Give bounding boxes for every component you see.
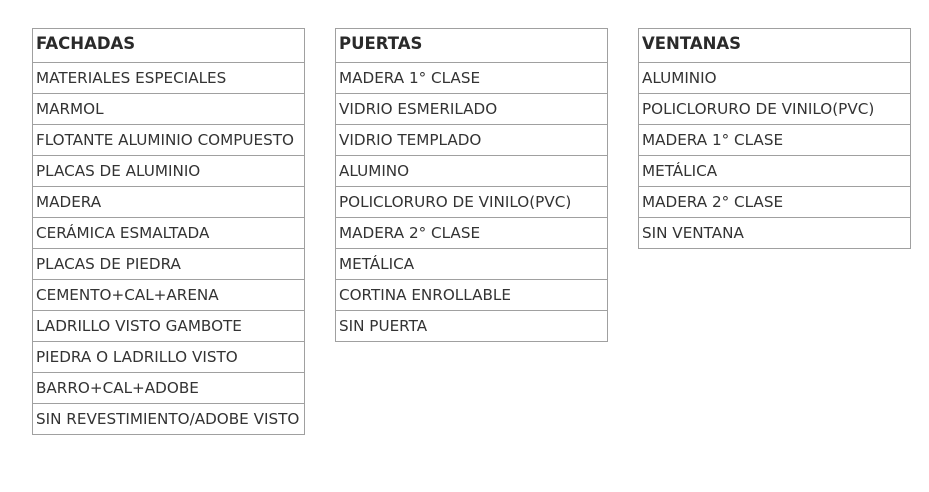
- table-cell: METÁLICA: [638, 155, 911, 187]
- table-row: CORTINA ENROLLABLE: [335, 279, 608, 311]
- column-header: PUERTAS: [335, 28, 608, 63]
- table-cell: CEMENTO+CAL+ARENA: [32, 279, 305, 311]
- table-row: MADERA 1° CLASE: [638, 124, 911, 156]
- table-row: ALUMINO: [335, 155, 608, 187]
- table-row: PIEDRA O LADRILLO VISTO: [32, 341, 305, 373]
- table-cell: MADERA: [32, 186, 305, 218]
- table-cell: CERÁMICA ESMALTADA: [32, 217, 305, 249]
- table-row: MADERA 1° CLASE: [335, 62, 608, 94]
- table-cell: SIN REVESTIMIENTO/ADOBE VISTO: [32, 403, 305, 435]
- table-header-row: VENTANAS: [638, 28, 911, 63]
- table-cell: MADERA 2° CLASE: [335, 217, 608, 249]
- table-row: METÁLICA: [638, 155, 911, 187]
- table-cell: ALUMINO: [335, 155, 608, 187]
- table-cell: POLICLORURO DE VINILO(PVC): [638, 93, 911, 125]
- table-cell: MADERA 1° CLASE: [335, 62, 608, 94]
- table-cell: ALUMINIO: [638, 62, 911, 94]
- table-cell: METÁLICA: [335, 248, 608, 280]
- table-row: LADRILLO VISTO GAMBOTE: [32, 310, 305, 342]
- table-cell: PLACAS DE ALUMINIO: [32, 155, 305, 187]
- table-row: MADERA: [32, 186, 305, 218]
- ventanas-table: VENTANAS ALUMINIO POLICLORURO DE VINILO(…: [638, 28, 911, 249]
- table-cell: LADRILLO VISTO GAMBOTE: [32, 310, 305, 342]
- table-cell: VIDRIO ESMERILADO: [335, 93, 608, 125]
- table-cell: SIN VENTANA: [638, 217, 911, 249]
- table-header-row: FACHADAS: [32, 28, 305, 63]
- table-row: POLICLORURO DE VINILO(PVC): [335, 186, 608, 218]
- table-cell: VIDRIO TEMPLADO: [335, 124, 608, 156]
- column-header: FACHADAS: [32, 28, 305, 63]
- table-cell: MADERA 2° CLASE: [638, 186, 911, 218]
- table-row: VIDRIO TEMPLADO: [335, 124, 608, 156]
- table-row: FLOTANTE ALUMINIO COMPUESTO: [32, 124, 305, 156]
- table-row: MATERIALES ESPECIALES: [32, 62, 305, 94]
- table-row: POLICLORURO DE VINILO(PVC): [638, 93, 911, 125]
- table-row: ALUMINIO: [638, 62, 911, 94]
- table-cell: FLOTANTE ALUMINIO COMPUESTO: [32, 124, 305, 156]
- column-header: VENTANAS: [638, 28, 911, 63]
- table-cell: PLACAS DE PIEDRA: [32, 248, 305, 280]
- table-row: SIN VENTANA: [638, 217, 911, 249]
- table-cell: POLICLORURO DE VINILO(PVC): [335, 186, 608, 218]
- table-row: PLACAS DE ALUMINIO: [32, 155, 305, 187]
- table-row: CEMENTO+CAL+ARENA: [32, 279, 305, 311]
- table-row: PLACAS DE PIEDRA: [32, 248, 305, 280]
- fachadas-table: FACHADAS MATERIALES ESPECIALES MARMOL FL…: [32, 28, 305, 435]
- table-row: MADERA 2° CLASE: [335, 217, 608, 249]
- puertas-table: PUERTAS MADERA 1° CLASE VIDRIO ESMERILAD…: [335, 28, 608, 342]
- table-row: MADERA 2° CLASE: [638, 186, 911, 218]
- table-cell: MATERIALES ESPECIALES: [32, 62, 305, 94]
- table-cell: BARRO+CAL+ADOBE: [32, 372, 305, 404]
- table-cell: MARMOL: [32, 93, 305, 125]
- table-header-row: PUERTAS: [335, 28, 608, 63]
- table-cell: MADERA 1° CLASE: [638, 124, 911, 156]
- table-row: CERÁMICA ESMALTADA: [32, 217, 305, 249]
- table-row: MARMOL: [32, 93, 305, 125]
- table-cell: SIN PUERTA: [335, 310, 608, 342]
- table-row: BARRO+CAL+ADOBE: [32, 372, 305, 404]
- table-row: SIN REVESTIMIENTO/ADOBE VISTO: [32, 403, 305, 435]
- table-row: METÁLICA: [335, 248, 608, 280]
- table-cell: CORTINA ENROLLABLE: [335, 279, 608, 311]
- table-row: VIDRIO ESMERILADO: [335, 93, 608, 125]
- table-cell: PIEDRA O LADRILLO VISTO: [32, 341, 305, 373]
- table-row: SIN PUERTA: [335, 310, 608, 342]
